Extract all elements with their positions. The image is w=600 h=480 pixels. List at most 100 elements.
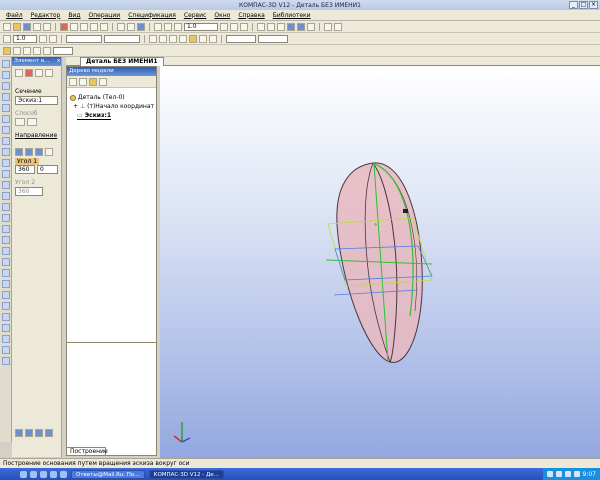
media-icon[interactable] [60,470,67,478]
tab-construction[interactable]: Построение [66,447,108,456]
fillet-icon[interactable] [1,225,10,233]
variables-icon[interactable] [127,22,135,31]
round-icon[interactable] [169,34,177,43]
apply-icon[interactable] [23,46,31,55]
angle1-field[interactable]: 360 [15,165,35,174]
hole-icon[interactable] [1,247,10,255]
cursor-icon[interactable] [39,34,47,43]
zoom-scale-combo[interactable]: 1.0 [184,22,218,31]
tree-view-icon[interactable] [69,77,77,86]
tree-item-origin[interactable]: + ⊥ (т)Начало координат [73,103,154,110]
curve-icon[interactable] [1,324,10,332]
copy-icon[interactable] [70,22,78,31]
tab-document[interactable]: Деталь БЕЗ ИМЕНИ1 [80,57,164,66]
menu-help[interactable]: Справка [238,12,264,19]
snap-icon[interactable] [334,22,342,31]
maximize-button[interactable]: □ [579,1,588,9]
rib-icon[interactable] [1,258,10,266]
tree-filter-icon[interactable] [89,77,97,86]
tree-refresh-icon[interactable] [99,77,107,86]
properties-tab-icon[interactable] [35,429,43,437]
contour-sphere-icon[interactable] [15,118,25,126]
help-props-icon[interactable] [33,46,41,55]
task-browser[interactable]: Ответы@Mail.Ru: По... [71,469,145,479]
measure-icon[interactable] [1,115,10,123]
constraint-icon[interactable] [209,34,217,43]
tree-dropdown-icon[interactable] [79,77,87,86]
menu-window[interactable]: Окно [214,12,230,19]
viewport-3d[interactable]: ° [160,66,600,458]
chamfer-icon[interactable] [1,236,10,244]
perspective-icon[interactable] [307,22,315,31]
mirror-icon[interactable] [1,302,10,310]
coord-field-y[interactable] [258,34,288,43]
pin-icon[interactable] [3,46,11,55]
tree-item-sketch[interactable]: ▭ Эскиз:1 [77,112,112,120]
preview-icon[interactable] [43,22,51,31]
sweep-icon[interactable] [1,181,10,189]
mcc-tab-icon[interactable] [45,429,53,437]
state-field-1[interactable] [66,34,102,43]
manager-icon[interactable] [117,22,125,31]
parameterization-icon[interactable] [199,34,207,43]
menu-libraries[interactable]: Библиотеки [273,12,311,19]
tray-language-icon[interactable] [573,471,580,477]
symbols-icon[interactable] [1,82,10,90]
thin-wall-tab-icon[interactable] [25,429,33,437]
local-cs-icon[interactable] [149,34,157,43]
save-icon[interactable] [23,22,31,31]
selection-icon[interactable] [1,126,10,134]
revolve-icon[interactable] [1,170,10,178]
snap-toggle-icon[interactable] [179,34,187,43]
print-icon[interactable] [33,22,41,31]
create-object-icon[interactable] [15,69,23,77]
folder-icon[interactable] [50,470,57,478]
direction-reverse-icon[interactable] [25,148,33,156]
desktop-icon[interactable] [20,470,27,478]
hidden-lines-icon[interactable] [267,22,275,31]
tray-network-icon[interactable] [546,471,553,477]
props-combo[interactable] [53,46,73,55]
filter-icon[interactable] [324,22,332,31]
messenger-icon[interactable] [40,470,47,478]
stop-command-icon[interactable] [25,69,33,77]
wireframe-icon[interactable] [257,22,265,31]
cut-revolve-icon[interactable] [1,214,10,222]
task-kompas[interactable]: КОМПАС-3D V12 - Де... [148,469,224,479]
loft-icon[interactable] [1,192,10,200]
angle2-field[interactable]: 360 [15,187,43,196]
zoom-window-icon[interactable] [174,22,182,31]
expand-icon[interactable]: + [73,103,78,110]
properties-close-icon[interactable]: × [56,57,61,66]
sheet-metal-icon[interactable] [1,357,10,365]
plane-icon[interactable] [1,335,10,343]
open-icon[interactable] [13,22,21,31]
extrude-icon[interactable] [1,159,10,167]
grid-icon[interactable] [3,34,11,43]
tree-item-part[interactable]: Деталь (Тел-0) [70,94,125,101]
shell-icon[interactable] [1,269,10,277]
browser-icon[interactable] [30,470,37,478]
stop-icon[interactable] [13,46,21,55]
paste-icon[interactable] [80,22,88,31]
zoom-in-icon[interactable] [154,22,162,31]
menu-view[interactable]: Вид [68,12,80,19]
help-icon[interactable] [137,22,145,31]
minimize-button[interactable]: _ [569,1,578,9]
new-icon[interactable] [3,22,11,31]
cut-icon[interactable] [60,22,68,31]
reports-icon[interactable] [1,148,10,156]
spec-icon[interactable] [1,137,10,145]
menu-editor[interactable]: Редактор [31,12,61,19]
direction-middle-icon[interactable] [45,148,53,156]
tray-antivirus-icon[interactable] [564,471,571,477]
zoom-out-icon[interactable] [164,22,172,31]
pan-icon[interactable] [220,22,228,31]
menu-operations[interactable]: Операции [88,12,120,19]
remember-state-icon[interactable] [45,69,53,77]
shaded-edges-icon[interactable] [297,22,305,31]
coord-field-x[interactable] [226,34,256,43]
angle1-extra-field[interactable]: 0 [37,165,58,174]
rotate-icon[interactable] [230,22,238,31]
editing-icon[interactable] [1,93,10,101]
